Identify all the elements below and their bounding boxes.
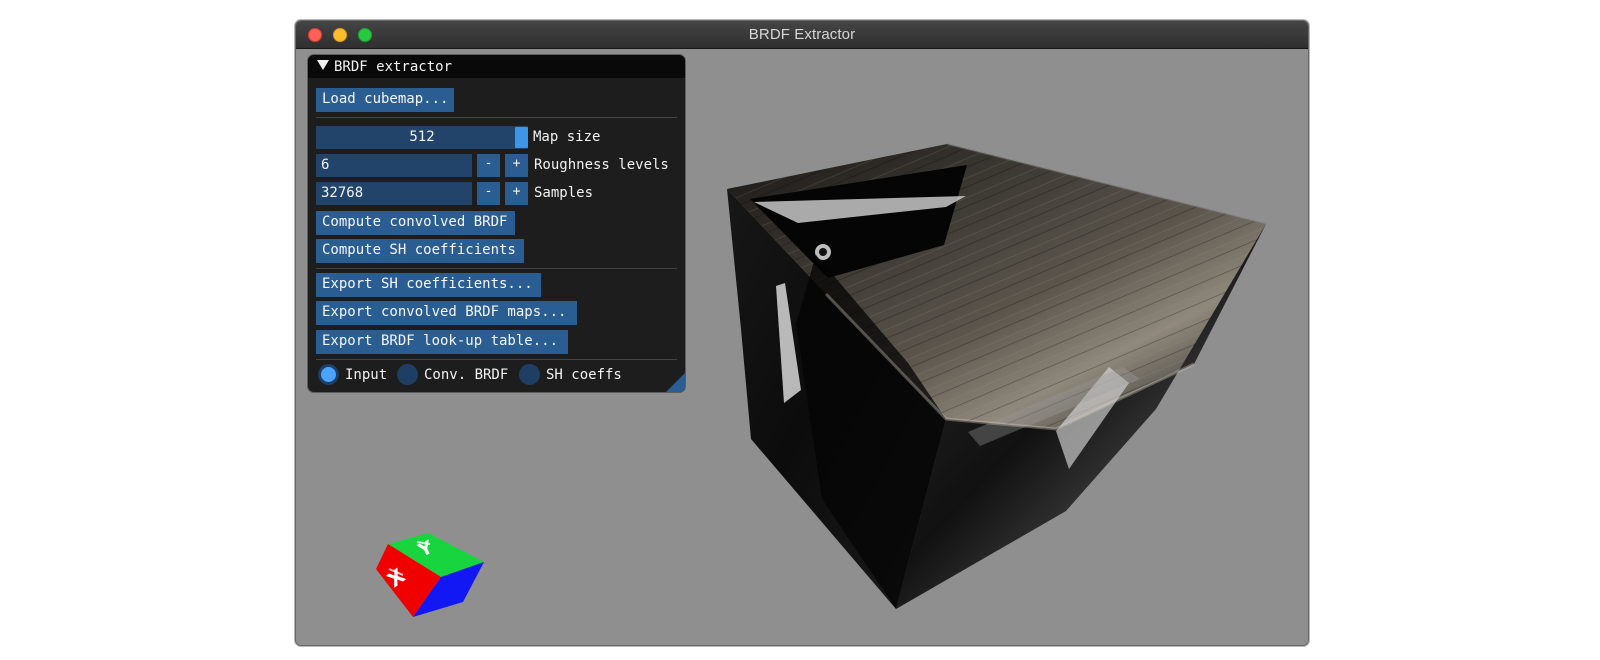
collapse-arrow-icon[interactable] [317, 60, 329, 70]
axis-orientation-gizmo[interactable]: Y X [366, 519, 486, 629]
load-cubemap-button[interactable]: Load cubemap... [316, 88, 454, 112]
input-radio-label[interactable]: Input [345, 366, 387, 384]
maximize-window-button[interactable] [358, 28, 372, 42]
3d-viewport[interactable]: BRDF extractor Load cubemap... 512 Map s… [296, 49, 1308, 645]
compute-sh-coefficients-button[interactable]: Compute SH coefficients [316, 239, 524, 263]
export-convolved-brdf-maps-button[interactable]: Export convolved BRDF maps... [316, 301, 577, 325]
section-divider [316, 359, 677, 360]
roughness-decrement-button[interactable]: - [477, 154, 500, 177]
conv-brdf-radio-label[interactable]: Conv. BRDF [424, 366, 508, 384]
map-size-label: Map size [533, 129, 601, 145]
samples-increment-button[interactable]: + [505, 182, 528, 205]
compute-convolved-brdf-button[interactable]: Compute convolved BRDF [316, 211, 515, 235]
minimize-window-button[interactable] [333, 28, 347, 42]
export-brdf-lookup-table-button[interactable]: Export BRDF look-up table... [316, 330, 568, 354]
export-sh-coefficients-button[interactable]: Export SH coefficients... [316, 273, 541, 297]
roughness-increment-button[interactable]: + [505, 154, 528, 177]
input-radio[interactable] [318, 364, 339, 385]
app-window: BRDF Extractor BRDF extractor Load cubem… [295, 20, 1309, 646]
map-size-slider-handle[interactable] [515, 127, 528, 148]
map-size-slider[interactable]: 512 [316, 126, 528, 149]
close-window-button[interactable] [308, 28, 322, 42]
conv-brdf-radio[interactable] [397, 364, 418, 385]
sh-coeffs-radio-label[interactable]: SH coeffs [546, 366, 622, 384]
roughness-levels-field[interactable]: 6 [316, 154, 472, 177]
sh-coeffs-radio[interactable] [519, 364, 540, 385]
samples-label: Samples [534, 185, 594, 201]
title-bar[interactable]: BRDF Extractor [296, 21, 1308, 49]
window-title: BRDF Extractor [748, 26, 856, 43]
panel-resize-grip[interactable] [666, 373, 685, 392]
brdf-extractor-panel: BRDF extractor Load cubemap... 512 Map s… [307, 54, 686, 393]
section-divider [316, 268, 677, 269]
samples-decrement-button[interactable]: - [477, 182, 500, 205]
environment-cube[interactable] [727, 143, 1267, 609]
section-divider [316, 117, 677, 118]
panel-title: BRDF extractor [334, 59, 453, 75]
samples-field[interactable]: 32768 [316, 182, 472, 205]
roughness-levels-label: Roughness levels [534, 157, 669, 173]
panel-header[interactable]: BRDF extractor [308, 55, 685, 78]
